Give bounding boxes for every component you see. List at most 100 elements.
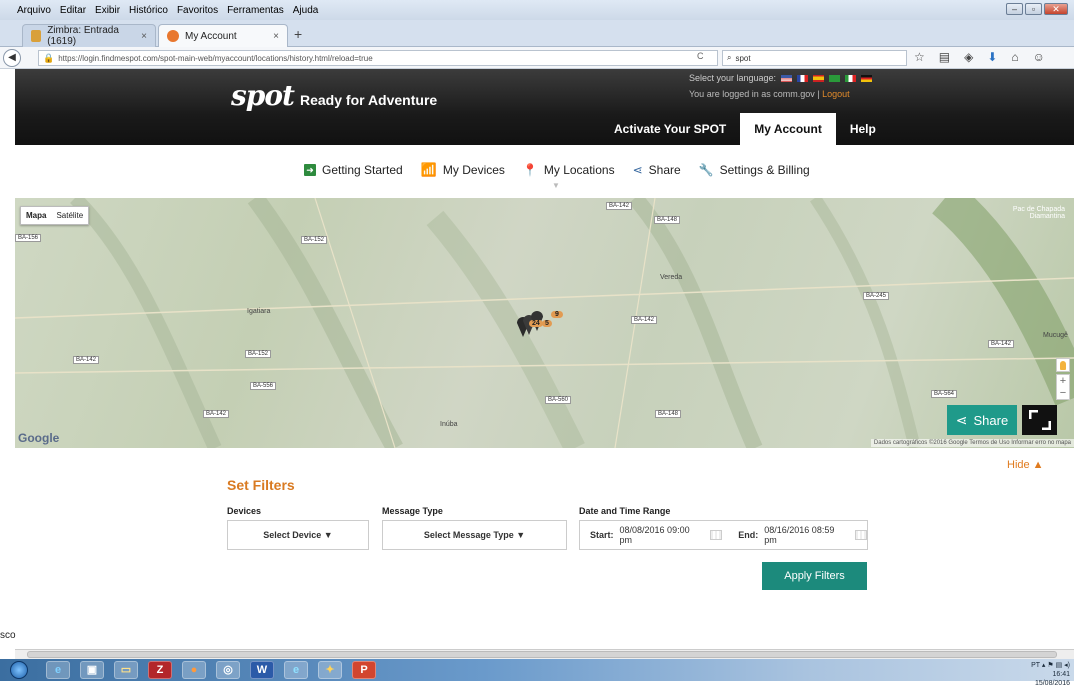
subnav-settings-billing[interactable]: 🔧 Settings & Billing <box>699 163 810 177</box>
horizontal-scrollbar[interactable] <box>15 649 1074 659</box>
paint-icon[interactable]: ✦ <box>318 661 342 679</box>
subnav-label: Getting Started <box>322 163 403 177</box>
windows-taskbar: e ▣ ▭ Z ● ◎ W e ✦ P PT ▴ ⚑ ▤ ◂) 16:41 15… <box>0 659 1074 687</box>
flag-us-icon[interactable] <box>781 74 793 82</box>
bookmark-star-icon[interactable]: ☆ <box>914 50 925 64</box>
map-place-label: Igatiara <box>247 308 271 315</box>
map-place-label: Vereda <box>660 274 683 281</box>
menu-favoritos[interactable]: Favoritos <box>177 5 218 16</box>
flag-de-icon[interactable] <box>861 74 873 82</box>
word-icon[interactable]: W <box>250 661 274 679</box>
active-caret-icon: ▼ <box>552 181 560 190</box>
zoom-in-button[interactable]: + <box>1057 375 1069 387</box>
subnav-label: My Locations <box>543 163 615 177</box>
account-subnav: ➜ Getting Started 📶 My Devices 📍 My Loca… <box>304 162 810 190</box>
calendar-icon[interactable] <box>855 530 868 540</box>
message-type-label: Message Type <box>382 506 443 516</box>
flag-fr-icon[interactable] <box>797 74 809 82</box>
flag-br-icon[interactable] <box>829 74 841 82</box>
scrollbar-thumb[interactable] <box>27 651 1057 658</box>
maximize-button[interactable]: ▫ <box>1025 3 1042 15</box>
new-tab-button[interactable]: + <box>294 26 302 42</box>
devices-label: Devices <box>227 506 262 516</box>
menu-ferramentas[interactable]: Ferramentas <box>227 5 284 16</box>
map-attribution[interactable]: Dados cartográficos ©2016 Google Termos … <box>870 439 1074 447</box>
marker-count-badge[interactable]: 24 <box>529 320 543 327</box>
internet-explorer-icon[interactable]: e <box>46 661 70 679</box>
search-app-icon[interactable]: ◎ <box>216 661 240 679</box>
subnav-my-devices[interactable]: 📶 My Devices <box>421 162 505 178</box>
pdf-icon[interactable]: P <box>352 661 376 679</box>
home-icon[interactable]: ⌂ <box>1011 50 1018 64</box>
tab-close-icon[interactable]: × <box>273 31 279 42</box>
location-marker-cluster[interactable]: 9 24 5 <box>509 311 569 347</box>
menu-historico[interactable]: Histórico <box>129 5 168 16</box>
road-badge: BA-556 <box>250 382 277 390</box>
filters-title: Set Filters <box>227 477 295 493</box>
flag-it-icon[interactable] <box>845 74 857 82</box>
menu-ajuda[interactable]: Ajuda <box>293 5 319 16</box>
zoom-out-button[interactable]: − <box>1057 387 1069 399</box>
date-range-field: Start: 08/08/2016 09:00 pm End: 08/16/20… <box>579 520 868 550</box>
system-tray[interactable]: PT ▴ ⚑ ▤ ◂) 16:41 15/08/2016 <box>1031 661 1070 688</box>
apply-filters-button[interactable]: Apply Filters <box>762 562 867 590</box>
fullscreen-button[interactable] <box>1022 405 1057 435</box>
filezilla-icon[interactable]: Z <box>148 661 172 679</box>
marker-count-badge[interactable]: 5 <box>542 320 552 327</box>
logout-link[interactable]: Logout <box>822 89 850 99</box>
tab-my-account[interactable]: My Account × <box>158 24 288 47</box>
map[interactable]: Mapa Satélite Igatiara Vereda Inúba Pac … <box>15 198 1074 448</box>
device-select[interactable]: Select Device ▼ <box>227 520 369 550</box>
map-share-button[interactable]: ⋖ Share <box>947 405 1017 435</box>
nav-activate-your-spot[interactable]: Activate Your SPOT <box>600 113 740 145</box>
bookmarks-icon[interactable]: ▤ <box>939 50 950 64</box>
pocket-icon[interactable]: ◈ <box>964 50 973 64</box>
start-date-input[interactable]: 08/08/2016 09:00 pm <box>620 525 705 545</box>
reload-icon[interactable]: C <box>697 51 704 61</box>
tab-zimbra[interactable]: Zimbra: Entrada (1619) × <box>22 24 156 47</box>
calendar-icon[interactable] <box>710 530 723 540</box>
close-window-button[interactable]: ✕ <box>1044 3 1068 15</box>
language-selector: Select your language: <box>689 73 873 83</box>
language-label: Select your language: <box>689 73 777 83</box>
url-bar[interactable]: 🔒 https://login.findmespot.com/spot-main… <box>38 50 718 66</box>
menu-items: Arquivo Editar Exibir Histórico Favorito… <box>0 5 318 16</box>
subnav-share[interactable]: ⋖ Share <box>633 163 681 177</box>
date-range-label: Date and Time Range <box>579 506 671 516</box>
search-input[interactable]: ⌕ spot <box>722 50 907 66</box>
navigation-bar: ◀ 🔒 https://login.findmespot.com/spot-ma… <box>0 47 1074 69</box>
map-type-mapa[interactable]: Mapa <box>21 207 51 224</box>
minimize-button[interactable]: – <box>1006 3 1023 15</box>
tab-close-icon[interactable]: × <box>141 31 147 42</box>
street-view-pegman-icon[interactable] <box>1056 358 1070 372</box>
road-badge: BA-142 <box>203 410 230 418</box>
message-type-select[interactable]: Select Message Type ▼ <box>382 520 567 550</box>
tab-title: My Account <box>185 30 237 42</box>
map-type-satelite[interactable]: Satélite <box>51 207 88 224</box>
outlook-icon[interactable]: ▣ <box>80 661 104 679</box>
window-controls: – ▫ ✕ <box>1006 3 1068 15</box>
nav-my-account[interactable]: My Account <box>740 113 836 145</box>
subnav-my-locations[interactable]: 📍 My Locations <box>523 163 615 177</box>
road-badge: BA-142 <box>988 340 1015 348</box>
download-icon[interactable]: ⬇ <box>987 50 997 64</box>
firefox-icon[interactable]: ● <box>182 661 206 679</box>
menu-arquivo[interactable]: Arquivo <box>17 5 51 16</box>
end-date-input[interactable]: 08/16/2016 08:59 pm <box>764 525 849 545</box>
fullscreen-icon <box>1029 410 1051 430</box>
menu-editar[interactable]: Editar <box>60 5 86 16</box>
menu-exibir[interactable]: Exibir <box>95 5 120 16</box>
file-explorer-icon[interactable]: ▭ <box>114 661 138 679</box>
start-button[interactable] <box>10 661 28 679</box>
tray-time: 16:41 <box>1052 671 1070 678</box>
subnav-getting-started[interactable]: ➜ Getting Started <box>304 163 403 177</box>
spot-logo[interactable]: spot <box>231 79 295 112</box>
nav-help[interactable]: Help <box>836 113 890 145</box>
sync-icon[interactable]: ☺ <box>1033 50 1045 64</box>
flag-es-icon[interactable] <box>813 74 825 82</box>
back-button[interactable]: ◀ <box>3 48 21 67</box>
hide-filters-link[interactable]: Hide ▲ <box>1007 459 1044 471</box>
marker-count-badge[interactable]: 9 <box>551 311 563 318</box>
taskbar-pinned-apps: e ▣ ▭ Z ● ◎ W e ✦ P <box>46 661 376 679</box>
ie-alt-icon[interactable]: e <box>284 661 308 679</box>
